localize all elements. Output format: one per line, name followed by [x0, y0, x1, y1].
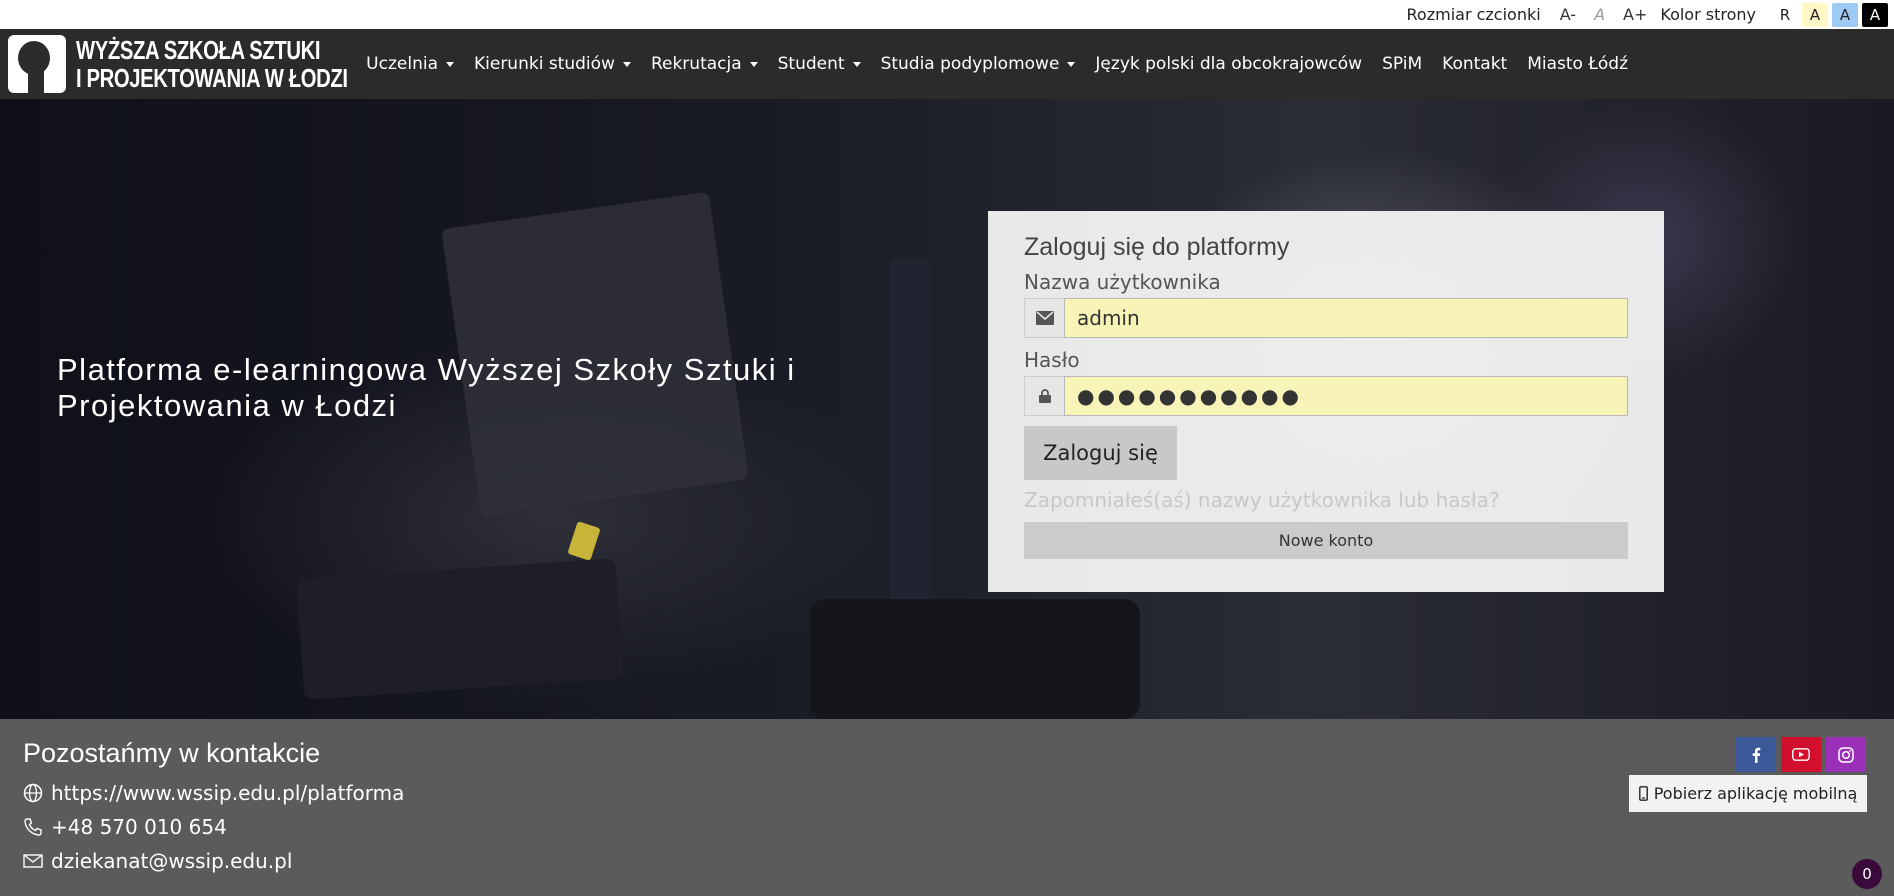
font-default-button[interactable]: A — [1585, 5, 1614, 24]
footer: Pozostańmy w kontakcie https://www.wssip… — [0, 719, 1894, 896]
nav-item-8[interactable]: Miasto Łódź — [1517, 54, 1638, 74]
nav-item-label: Studia podyplomowe — [880, 54, 1060, 74]
contact-phone-text: +48 570 010 654 — [51, 815, 227, 839]
logo-line-2: I PROJEKTOWANIA W ŁODZI — [76, 63, 348, 93]
nav-item-0[interactable]: Uczelnia — [356, 54, 464, 74]
contact-email[interactable]: dziekanat@wssip.edu.pl — [23, 849, 292, 873]
nav-item-label: Język polski dla obcokrajowców — [1095, 54, 1363, 74]
username-input[interactable] — [1064, 298, 1628, 338]
nav-item-2[interactable]: Rekrutacja — [641, 54, 768, 74]
lock-icon — [1024, 376, 1064, 416]
youtube-icon[interactable] — [1781, 737, 1821, 772]
color-blue-button[interactable]: A — [1832, 2, 1858, 27]
instagram-icon[interactable] — [1826, 737, 1866, 772]
new-account-button[interactable]: Nowe konto — [1024, 522, 1628, 559]
download-app-button[interactable]: Pobierz aplikację mobilną — [1629, 775, 1867, 812]
nav-item-label: SPiM — [1382, 54, 1423, 74]
chevron-down-icon — [1067, 61, 1076, 67]
contact-email-text: dziekanat@wssip.edu.pl — [51, 849, 293, 873]
forgot-password-link[interactable]: Zapomniałeś(aś) nazwy użytkownika lub ha… — [1024, 488, 1628, 512]
download-app-label: Pobierz aplikację mobilną — [1653, 784, 1858, 803]
font-size-label: Rozmiar czcionki — [1406, 5, 1541, 24]
logo-mark-icon — [8, 35, 66, 93]
font-increase-button[interactable]: A+ — [1614, 5, 1656, 24]
nav-item-label: Student — [777, 54, 845, 74]
footer-title: Pozostańmy w kontakcie — [23, 738, 321, 768]
login-title: Zaloguj się do platformy — [1024, 233, 1290, 261]
nav-item-4[interactable]: Studia podyplomowe — [871, 54, 1086, 74]
nav-item-6[interactable]: SPiM — [1372, 54, 1432, 74]
color-yellow-button[interactable]: A — [1802, 2, 1828, 27]
envelope-icon — [1024, 298, 1064, 338]
password-input[interactable] — [1064, 376, 1628, 416]
chevron-down-icon — [852, 61, 861, 67]
nav-item-label: Kontakt — [1442, 54, 1508, 74]
notification-badge[interactable]: 0 — [1852, 859, 1882, 889]
logo-line-1: WYŻSZA SZKOŁA SZTUKI — [76, 35, 321, 65]
chevron-down-icon — [622, 61, 631, 67]
globe-icon — [23, 783, 43, 803]
color-black-button[interactable]: A — [1862, 2, 1888, 27]
mail-icon — [23, 851, 43, 871]
chevron-down-icon — [445, 61, 454, 67]
login-button[interactable]: Zaloguj się — [1024, 426, 1177, 480]
accessibility-bar: Rozmiar czcionki A- A A+ Kolor strony R … — [0, 0, 1894, 29]
contact-phone[interactable]: +48 570 010 654 — [23, 815, 227, 839]
chevron-down-icon — [749, 61, 758, 67]
password-label: Hasło — [1024, 348, 1080, 372]
phone-icon — [23, 817, 43, 837]
password-group — [1024, 376, 1628, 416]
contact-website[interactable]: https://www.wssip.edu.pl/platforma — [23, 781, 404, 805]
nav-item-label: Kierunki studiów — [473, 54, 615, 74]
username-label: Nazwa użytkownika — [1024, 270, 1221, 294]
mobile-phone-icon — [1638, 786, 1648, 801]
color-reset-button[interactable]: R — [1772, 2, 1798, 27]
nav-item-label: Uczelnia — [366, 54, 438, 74]
font-decrease-button[interactable]: A- — [1551, 5, 1585, 24]
nav-item-5[interactable]: Język polski dla obcokrajowców — [1085, 54, 1372, 74]
nav-item-label: Miasto Łódź — [1527, 54, 1629, 74]
nav-item-label: Rekrutacja — [650, 54, 742, 74]
login-form: Zaloguj się do platformy Nazwa użytkowni… — [988, 211, 1664, 592]
contact-website-text: https://www.wssip.edu.pl/platforma — [51, 781, 405, 805]
logo-text: WYŻSZA SZKOŁA SZTUKI I PROJEKTOWANIA W Ł… — [76, 36, 348, 92]
nav-item-1[interactable]: Kierunki studiów — [464, 54, 641, 74]
username-group — [1024, 298, 1628, 338]
nav-item-3[interactable]: Student — [768, 54, 871, 74]
nav-item-7[interactable]: Kontakt — [1432, 54, 1517, 74]
facebook-icon[interactable] — [1736, 737, 1776, 772]
page-color-label: Kolor strony — [1660, 5, 1756, 24]
main-navbar: WYŻSZA SZKOŁA SZTUKI I PROJEKTOWANIA W Ł… — [0, 29, 1894, 99]
nav-menu: Uczelnia Kierunki studiów Rekrutacja Studen… — [356, 54, 1638, 74]
hero-title: Platforma e-learningowa Wyższej Szkoły S… — [57, 352, 796, 423]
